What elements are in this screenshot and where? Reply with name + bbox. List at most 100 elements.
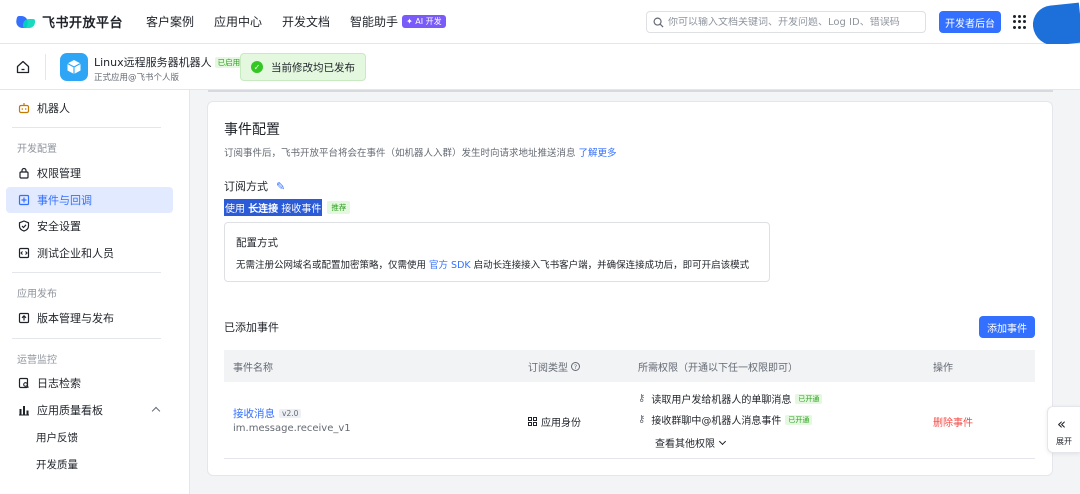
app-bar: Linux远程服务器机器人 已启用 正式应用@飞书个人版 ✓ 当前修改均已发布 bbox=[0, 44, 1080, 90]
bar-chart-icon bbox=[18, 404, 30, 416]
log-search-icon bbox=[18, 377, 30, 389]
event-name: 接收消息 v2.0 bbox=[233, 406, 302, 421]
col-permissions: 所需权限（开通以下任一权限即可） bbox=[638, 363, 798, 374]
sidebar-item-quality[interactable]: 应用质量看板 bbox=[6, 397, 173, 423]
sidebar-divider bbox=[12, 127, 161, 128]
publish-status-banner: ✓ 当前修改均已发布 bbox=[240, 53, 366, 81]
publish-status-text: 当前修改均已发布 bbox=[271, 61, 355, 74]
key-icon: ⚷ bbox=[638, 393, 646, 404]
dev-console-button[interactable]: 开发者后台 bbox=[939, 11, 1001, 33]
ai-badge: ✦ AI 开发 bbox=[402, 15, 446, 28]
search-input[interactable] bbox=[668, 16, 913, 28]
code-box-icon bbox=[18, 247, 30, 259]
apps-grid-icon[interactable] bbox=[1013, 15, 1027, 29]
sidebar-item-security[interactable]: 安全设置 bbox=[6, 213, 173, 239]
mode-bold: 长连接 bbox=[248, 204, 279, 215]
sidebar-item-permissions[interactable]: 权限管理 bbox=[6, 160, 173, 186]
shield-icon bbox=[18, 220, 30, 232]
sidebar-item-events[interactable]: 事件与回调 bbox=[6, 187, 173, 213]
edit-icon[interactable]: ✎ bbox=[276, 180, 285, 193]
logo-text: 飞书开放平台 bbox=[42, 16, 124, 31]
app-cube-icon bbox=[60, 53, 88, 81]
subscribe-mode-value: 使用 长连接 接收事件 推荐 bbox=[224, 199, 351, 216]
double-chevron-left-icon: ‹‹ bbox=[1057, 415, 1066, 433]
sidebar-divider bbox=[12, 272, 161, 273]
table-header bbox=[224, 350, 1035, 382]
divider bbox=[45, 54, 46, 80]
view-more-permissions[interactable]: 查看其他权限 bbox=[655, 435, 727, 450]
sidebar-group-dev-config: 开发配置 bbox=[17, 144, 57, 155]
search-box[interactable] bbox=[646, 11, 926, 33]
sidebar-item-version[interactable]: 版本管理与发布 bbox=[6, 305, 173, 331]
nav-ai-assistant-label: 智能助手 bbox=[350, 15, 399, 29]
event-name-link[interactable]: 接收消息 bbox=[233, 406, 275, 421]
sidebar-item-label: 测试企业和人员 bbox=[37, 247, 114, 260]
sidebar-item-label: 权限管理 bbox=[37, 167, 81, 180]
feishu-logo[interactable]: 飞书开放平台 bbox=[14, 12, 136, 31]
chevron-down-icon bbox=[718, 437, 727, 445]
event-config-description: 订阅事件后，飞书开放平台将会在事件（如机器人入群）发生时向请求地址推送消息 了解… bbox=[224, 145, 617, 159]
permission-label: 接收群聊中@机器人消息事件 bbox=[651, 416, 782, 427]
sidebar-item-label: 应用质量看板 bbox=[37, 404, 103, 417]
top-nav: 客户案例 应用中心 开发文档 智能助手 ✦ AI 开发 bbox=[146, 13, 466, 30]
permission-label: 读取用户发给机器人的单聊消息 bbox=[651, 395, 792, 406]
table-row-divider bbox=[224, 458, 1035, 459]
official-sdk-link[interactable]: 官方 SDK bbox=[429, 260, 471, 271]
robot-icon bbox=[18, 102, 30, 114]
sidebar-item-feedback[interactable]: 用户反馈 bbox=[36, 430, 78, 445]
check-circle-icon: ✓ bbox=[251, 61, 263, 73]
view-more-label: 查看其他权限 bbox=[655, 439, 715, 450]
col-subscribe-type: 订阅类型? bbox=[528, 359, 580, 374]
added-events-title: 已添加事件 bbox=[224, 321, 279, 334]
sidebar-item-label: 机器人 bbox=[37, 102, 70, 115]
learn-more-link[interactable]: 了解更多 bbox=[579, 148, 617, 159]
config-description: 无需注册公网域名或配置加密策略，仅需使用 官方 SDK 启动长连接接入飞书客户端… bbox=[236, 257, 749, 271]
sidebar-item-robot[interactable]: 机器人 bbox=[6, 95, 173, 121]
sidebar-item-label: 安全设置 bbox=[37, 220, 81, 233]
event-type-label: 应用身份 bbox=[541, 418, 581, 429]
sidebar-group-ops-monitor: 运营监控 bbox=[17, 355, 57, 366]
mode-prefix: 使用 bbox=[225, 204, 249, 215]
app-name: Linux远程服务器机器人 已启用 bbox=[94, 54, 244, 70]
nav-customer-cases[interactable]: 客户案例 bbox=[146, 13, 194, 30]
sidebar-item-logs[interactable]: 日志检索 bbox=[6, 370, 173, 396]
mode-suffix: 接收事件 bbox=[278, 204, 322, 215]
permission-item: ⚷ 接收群聊中@机器人消息事件 已开通 bbox=[638, 412, 813, 427]
sidebar-item-test-company[interactable]: 测试企业和人员 bbox=[6, 240, 173, 266]
nav-ai-assistant[interactable]: 智能助手 ✦ AI 开发 bbox=[350, 13, 446, 30]
key-icon: ⚷ bbox=[638, 414, 646, 425]
expand-panel-button[interactable]: ‹‹ 展开 bbox=[1047, 406, 1080, 453]
nav-dev-docs[interactable]: 开发文档 bbox=[282, 13, 330, 30]
sidebar-item-label: 日志检索 bbox=[37, 377, 81, 390]
version-badge: v2.0 bbox=[279, 409, 302, 418]
lock-icon bbox=[18, 167, 30, 179]
config-info-box bbox=[224, 222, 770, 282]
config-text-1: 无需注册公网域名或配置加密策略，仅需使用 bbox=[236, 260, 430, 271]
sidebar-item-dev-quality[interactable]: 开发质量 bbox=[36, 457, 78, 472]
sidebar-divider bbox=[12, 338, 161, 339]
app-subtitle: 正式应用@飞书个人版 bbox=[94, 73, 180, 83]
col-subscribe-type-label: 订阅类型 bbox=[528, 363, 568, 374]
permission-status-badge: 已开通 bbox=[795, 393, 823, 404]
event-icon bbox=[18, 194, 30, 206]
event-code: im.message.receive_v1 bbox=[233, 423, 351, 434]
app-status-badge: 已启用 bbox=[214, 57, 244, 68]
upload-icon bbox=[18, 312, 30, 324]
home-icon[interactable] bbox=[15, 59, 31, 75]
col-event-name: 事件名称 bbox=[233, 363, 273, 374]
mode-text: 使用 长连接 接收事件 bbox=[224, 199, 323, 216]
app-identity-icon bbox=[528, 417, 537, 426]
delete-event-link[interactable]: 删除事件 bbox=[933, 414, 973, 429]
sidebar-group-app-release: 应用发布 bbox=[17, 289, 57, 300]
config-text-2: 启动长连接接入飞书客户端，并确保连接成功后，即可开启该模式 bbox=[470, 260, 750, 271]
sidebar-item-label: 事件与回调 bbox=[37, 194, 92, 207]
nav-app-center[interactable]: 应用中心 bbox=[214, 13, 262, 30]
permission-item: ⚷ 读取用户发给机器人的单聊消息 已开通 bbox=[638, 391, 823, 406]
subscribe-mode-text: 订阅方式 bbox=[224, 180, 268, 193]
subscribe-mode-label: 订阅方式 ✎ bbox=[224, 178, 285, 194]
app-name-text: Linux远程服务器机器人 bbox=[94, 56, 212, 69]
help-icon[interactable]: ? bbox=[571, 362, 580, 371]
add-event-button[interactable]: 添加事件 bbox=[979, 316, 1035, 338]
feishu-logo-icon bbox=[14, 14, 36, 30]
search-icon bbox=[653, 17, 664, 28]
